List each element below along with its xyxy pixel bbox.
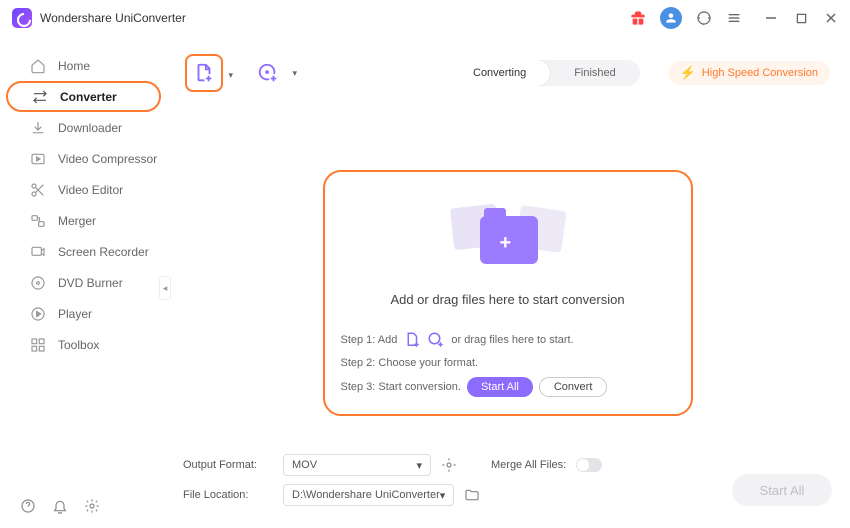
dropzone[interactable]: + Add or drag files here to start conver… [323, 170, 693, 416]
help-icon[interactable] [20, 498, 36, 514]
sidebar-item-label: Merger [58, 214, 96, 228]
play-icon [30, 306, 46, 322]
chevron-down-icon: ▾ [228, 70, 233, 81]
download-icon [30, 120, 46, 136]
titlebar: Wondershare UniConverter [0, 0, 850, 36]
sidebar-item-label: Video Editor [58, 183, 123, 197]
sidebar-item-label: Screen Recorder [58, 245, 149, 259]
sidebar-item-label: Toolbox [58, 338, 99, 352]
output-settings-icon[interactable] [441, 457, 457, 473]
support-icon[interactable] [696, 10, 712, 26]
step-2: Step 2: Choose your format. [341, 357, 675, 369]
settings-icon[interactable] [84, 498, 100, 514]
sidebar-item-label: Converter [60, 90, 117, 104]
converter-icon [32, 89, 48, 105]
convert-button[interactable]: Convert [539, 377, 608, 397]
sidebar-item-dvd[interactable]: DVD Burner [6, 267, 161, 298]
output-format-select[interactable]: MOV ▾ [283, 454, 431, 476]
sidebar-item-merger[interactable]: Merger [6, 205, 161, 236]
toolbar: ▾ ▾ Converting Finished ⚡ High Speed Con… [179, 54, 836, 92]
menu-icon[interactable] [726, 10, 742, 26]
close-button[interactable] [824, 11, 838, 25]
dropzone-text: Add or drag files here to start conversi… [390, 292, 624, 307]
scissors-icon [30, 182, 46, 198]
file-location-label: File Location: [183, 489, 273, 501]
bottom-bar: Output Format: MOV ▾ Merge All Files: Fi… [165, 444, 850, 528]
sidebar-item-label: Downloader [58, 121, 122, 135]
sidebar-item-compressor[interactable]: Video Compressor [6, 143, 161, 174]
add-file-button[interactable]: ▾ [185, 54, 223, 92]
recorder-icon [30, 244, 46, 260]
tab-converting[interactable]: Converting [449, 60, 550, 86]
content-area: ▾ ▾ Converting Finished ⚡ High Speed Con… [165, 36, 850, 528]
open-folder-icon[interactable] [464, 487, 480, 503]
merger-icon [30, 213, 46, 229]
sidebar-item-label: Video Compressor [58, 152, 157, 166]
step-3: Step 3: Start conversion. Start All Conv… [341, 377, 675, 397]
chevron-down-icon: ▾ [416, 459, 422, 472]
compressor-icon [30, 151, 46, 167]
app-logo-icon [12, 8, 32, 28]
toolbox-icon [30, 337, 46, 353]
tab-finished[interactable]: Finished [550, 60, 640, 86]
user-avatar-icon[interactable] [660, 7, 682, 29]
step-1: Step 1: Add or drag files here to start. [341, 331, 675, 349]
sidebar-item-label: DVD Burner [58, 276, 123, 290]
add-dvd-icon [427, 331, 445, 349]
minimize-button[interactable] [764, 11, 778, 25]
start-all-button[interactable]: Start All [467, 377, 533, 397]
sidebar-item-downloader[interactable]: Downloader [6, 112, 161, 143]
sidebar-item-recorder[interactable]: Screen Recorder [6, 236, 161, 267]
chevron-down-icon: ▾ [440, 489, 446, 502]
sidebar-item-toolbox[interactable]: Toolbox [6, 329, 161, 360]
app-title: Wondershare UniConverter [40, 11, 186, 25]
tabs: Converting Finished [449, 60, 640, 86]
home-icon [30, 58, 46, 74]
maximize-button[interactable] [794, 11, 808, 25]
notification-icon[interactable] [52, 498, 68, 514]
folder-plus-icon: + [448, 196, 568, 276]
gift-icon[interactable] [630, 10, 646, 26]
add-file-icon [403, 331, 421, 349]
add-dvd-button[interactable]: ▾ [249, 54, 287, 92]
sidebar-item-label: Home [58, 59, 90, 73]
sidebar-item-label: Player [58, 307, 92, 321]
chevron-down-icon: ▾ [292, 68, 297, 79]
merge-toggle[interactable] [576, 458, 602, 472]
steps: Step 1: Add or drag files here to start.… [341, 331, 675, 397]
output-format-label: Output Format: [183, 459, 273, 471]
sidebar-item-editor[interactable]: Video Editor [6, 174, 161, 205]
file-location-select[interactable]: D:\Wondershare UniConverter ▾ [283, 484, 454, 506]
sidebar-item-player[interactable]: Player [6, 298, 161, 329]
high-speed-button[interactable]: ⚡ High Speed Conversion [668, 61, 830, 85]
bolt-icon: ⚡ [680, 65, 696, 81]
start-all-main-button[interactable]: Start All [732, 474, 832, 506]
merge-label: Merge All Files: [491, 459, 566, 471]
sidebar-item-converter[interactable]: Converter [6, 81, 161, 112]
high-speed-label: High Speed Conversion [702, 67, 818, 79]
sidebar-item-home[interactable]: Home [6, 50, 161, 81]
sidebar: Home Converter Downloader Video Compress… [0, 36, 165, 528]
dvd-icon [30, 275, 46, 291]
